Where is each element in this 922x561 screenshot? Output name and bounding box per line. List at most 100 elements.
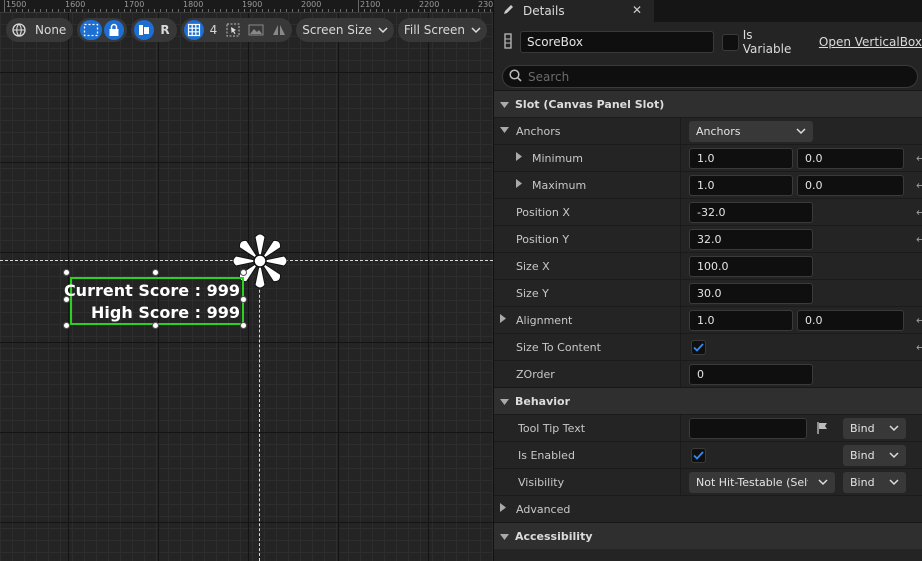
close-icon[interactable]: ✕ bbox=[632, 3, 642, 17]
minimum-x-input[interactable]: 1.0 bbox=[689, 147, 793, 169]
row-size-to-content: Size To Content ↩ bbox=[494, 333, 922, 360]
ruler-tick bbox=[232, 9, 233, 12]
size-x-input[interactable]: 100.0 bbox=[689, 255, 813, 277]
tooltip-bind-dropdown[interactable]: Bind bbox=[843, 417, 906, 439]
chevron-down-icon bbox=[889, 476, 899, 489]
chevron-right-icon[interactable] bbox=[516, 152, 522, 164]
ruler-tick bbox=[94, 9, 95, 12]
resize-handle[interactable] bbox=[240, 296, 247, 303]
ruler-tick bbox=[442, 9, 443, 12]
resize-handle[interactable] bbox=[152, 269, 159, 276]
position-y-input[interactable]: 32.0 bbox=[689, 228, 813, 250]
resize-handle[interactable] bbox=[63, 296, 70, 303]
reset-arrow-icon[interactable]: ↩ bbox=[916, 341, 922, 354]
search-input[interactable]: Search bbox=[502, 65, 918, 88]
resize-handle[interactable] bbox=[240, 269, 247, 276]
zorder-input[interactable]: 0 bbox=[689, 363, 813, 385]
lock-icon[interactable] bbox=[104, 20, 125, 40]
reset-arrow-icon[interactable]: ↩ bbox=[916, 233, 922, 246]
visibility-bind-dropdown[interactable]: Bind bbox=[843, 471, 906, 493]
reset-arrow-icon[interactable]: ↩ bbox=[916, 152, 922, 165]
alignment-y-input[interactable]: 0.0 bbox=[797, 309, 904, 331]
ruler-tick bbox=[334, 9, 335, 12]
size-to-content-label: Size To Content bbox=[516, 340, 601, 354]
open-verticalbox-link[interactable]: Open VerticalBox bbox=[819, 35, 922, 49]
image-icon[interactable] bbox=[245, 20, 267, 40]
row-position-y: Position Y 32.0 ↩ bbox=[494, 225, 922, 252]
is-variable-checkbox[interactable] bbox=[722, 33, 739, 51]
resize-handle[interactable] bbox=[240, 322, 247, 329]
alignment-x-input[interactable]: 1.0 bbox=[689, 309, 793, 331]
r-toggle[interactable]: R bbox=[156, 23, 173, 37]
grid-line bbox=[0, 162, 493, 163]
designer-canvas[interactable]: 1500 1600 1700 1800 1900 2000 2100 2200 2300 Non… bbox=[0, 0, 493, 561]
chevron-down-icon bbox=[889, 449, 899, 462]
minimum-y-input[interactable]: 0.0 bbox=[797, 147, 904, 169]
maximum-label: Maximum bbox=[532, 178, 587, 192]
reset-arrow-icon[interactable]: ↩ bbox=[916, 179, 922, 192]
ruler-tick bbox=[412, 9, 413, 12]
section-behavior[interactable]: Behavior bbox=[494, 387, 922, 414]
size-to-content-checkbox[interactable] bbox=[691, 340, 706, 355]
position-x-input[interactable]: -32.0 bbox=[689, 201, 813, 223]
size-x-label: Size X bbox=[516, 259, 550, 273]
resize-handle[interactable] bbox=[63, 322, 70, 329]
section-accessibility[interactable]: Accessibility bbox=[494, 522, 922, 549]
ruler-tick bbox=[400, 9, 401, 12]
ruler-tick bbox=[430, 9, 431, 12]
marquee-select-icon[interactable] bbox=[80, 20, 103, 40]
chevron-right-icon[interactable] bbox=[500, 314, 506, 326]
is-enabled-checkbox[interactable] bbox=[691, 448, 706, 463]
reset-arrow-icon[interactable]: ↩ bbox=[916, 206, 922, 219]
ruler-tick bbox=[382, 9, 383, 12]
resize-handle[interactable] bbox=[63, 269, 70, 276]
size-y-input[interactable]: 30.0 bbox=[689, 282, 813, 304]
pointer-outline-icon[interactable] bbox=[223, 20, 243, 40]
anchors-dropdown[interactable]: Anchors bbox=[689, 120, 813, 142]
ruler-label: 1900 bbox=[242, 0, 263, 9]
maximum-x-input[interactable]: 1.0 bbox=[689, 174, 793, 196]
resize-handle[interactable] bbox=[152, 322, 159, 329]
globe-icon[interactable] bbox=[9, 20, 29, 40]
ruler-tick bbox=[328, 9, 329, 12]
ruler-tick bbox=[64, 9, 65, 12]
ruler-tick bbox=[304, 9, 305, 12]
chevron-right-icon[interactable] bbox=[500, 503, 506, 515]
ruler-tick bbox=[166, 9, 167, 12]
position-y-label: Position Y bbox=[516, 232, 570, 246]
ruler-label: 2200 bbox=[419, 0, 440, 9]
screen-size-dropdown[interactable]: Screen Size bbox=[296, 18, 394, 42]
row-advanced[interactable]: Advanced bbox=[494, 495, 922, 522]
ruler-tick bbox=[226, 9, 227, 12]
tooltip-input[interactable] bbox=[689, 417, 807, 439]
row-anchors: Anchors Anchors bbox=[494, 117, 922, 144]
scorebox-widget[interactable]: Current Score : 999 High Score : 999 bbox=[64, 277, 244, 325]
ruler-tick bbox=[394, 9, 395, 12]
visibility-dropdown[interactable]: Not Hit-Testable (Self Only) bbox=[689, 471, 835, 493]
grid-icon[interactable] bbox=[183, 20, 204, 40]
ruler-tick bbox=[244, 9, 245, 12]
snap-icon[interactable] bbox=[134, 20, 155, 40]
ruler-tick bbox=[16, 9, 17, 12]
row-size-x: Size X 100.0 bbox=[494, 252, 922, 279]
flag-icon[interactable] bbox=[816, 421, 830, 438]
chevron-right-icon[interactable] bbox=[516, 179, 522, 191]
anchors-label: Anchors bbox=[516, 124, 561, 138]
details-tab[interactable]: Details ✕ bbox=[494, 0, 654, 22]
is-enabled-bind-dropdown[interactable]: Bind bbox=[843, 444, 906, 466]
maximum-y-input[interactable]: 0.0 bbox=[797, 174, 904, 196]
ruler-tick bbox=[124, 9, 125, 12]
mirror-icon[interactable] bbox=[269, 20, 289, 40]
chevron-down-icon[interactable] bbox=[500, 126, 509, 136]
fill-screen-dropdown[interactable]: Fill Screen bbox=[397, 18, 488, 42]
grid-line bbox=[0, 342, 493, 343]
grid-snap-value[interactable]: 4 bbox=[206, 23, 222, 37]
ruler-tick bbox=[364, 9, 365, 12]
chevron-down-icon bbox=[500, 98, 509, 111]
none-label[interactable]: None bbox=[31, 23, 70, 37]
widget-name-input[interactable]: ScoreBox bbox=[520, 31, 715, 53]
dpi-group[interactable]: None bbox=[6, 18, 74, 42]
section-slot[interactable]: Slot (Canvas Panel Slot) bbox=[494, 90, 922, 117]
bind-label: Bind bbox=[850, 448, 875, 462]
reset-arrow-icon[interactable]: ↩ bbox=[916, 314, 922, 327]
